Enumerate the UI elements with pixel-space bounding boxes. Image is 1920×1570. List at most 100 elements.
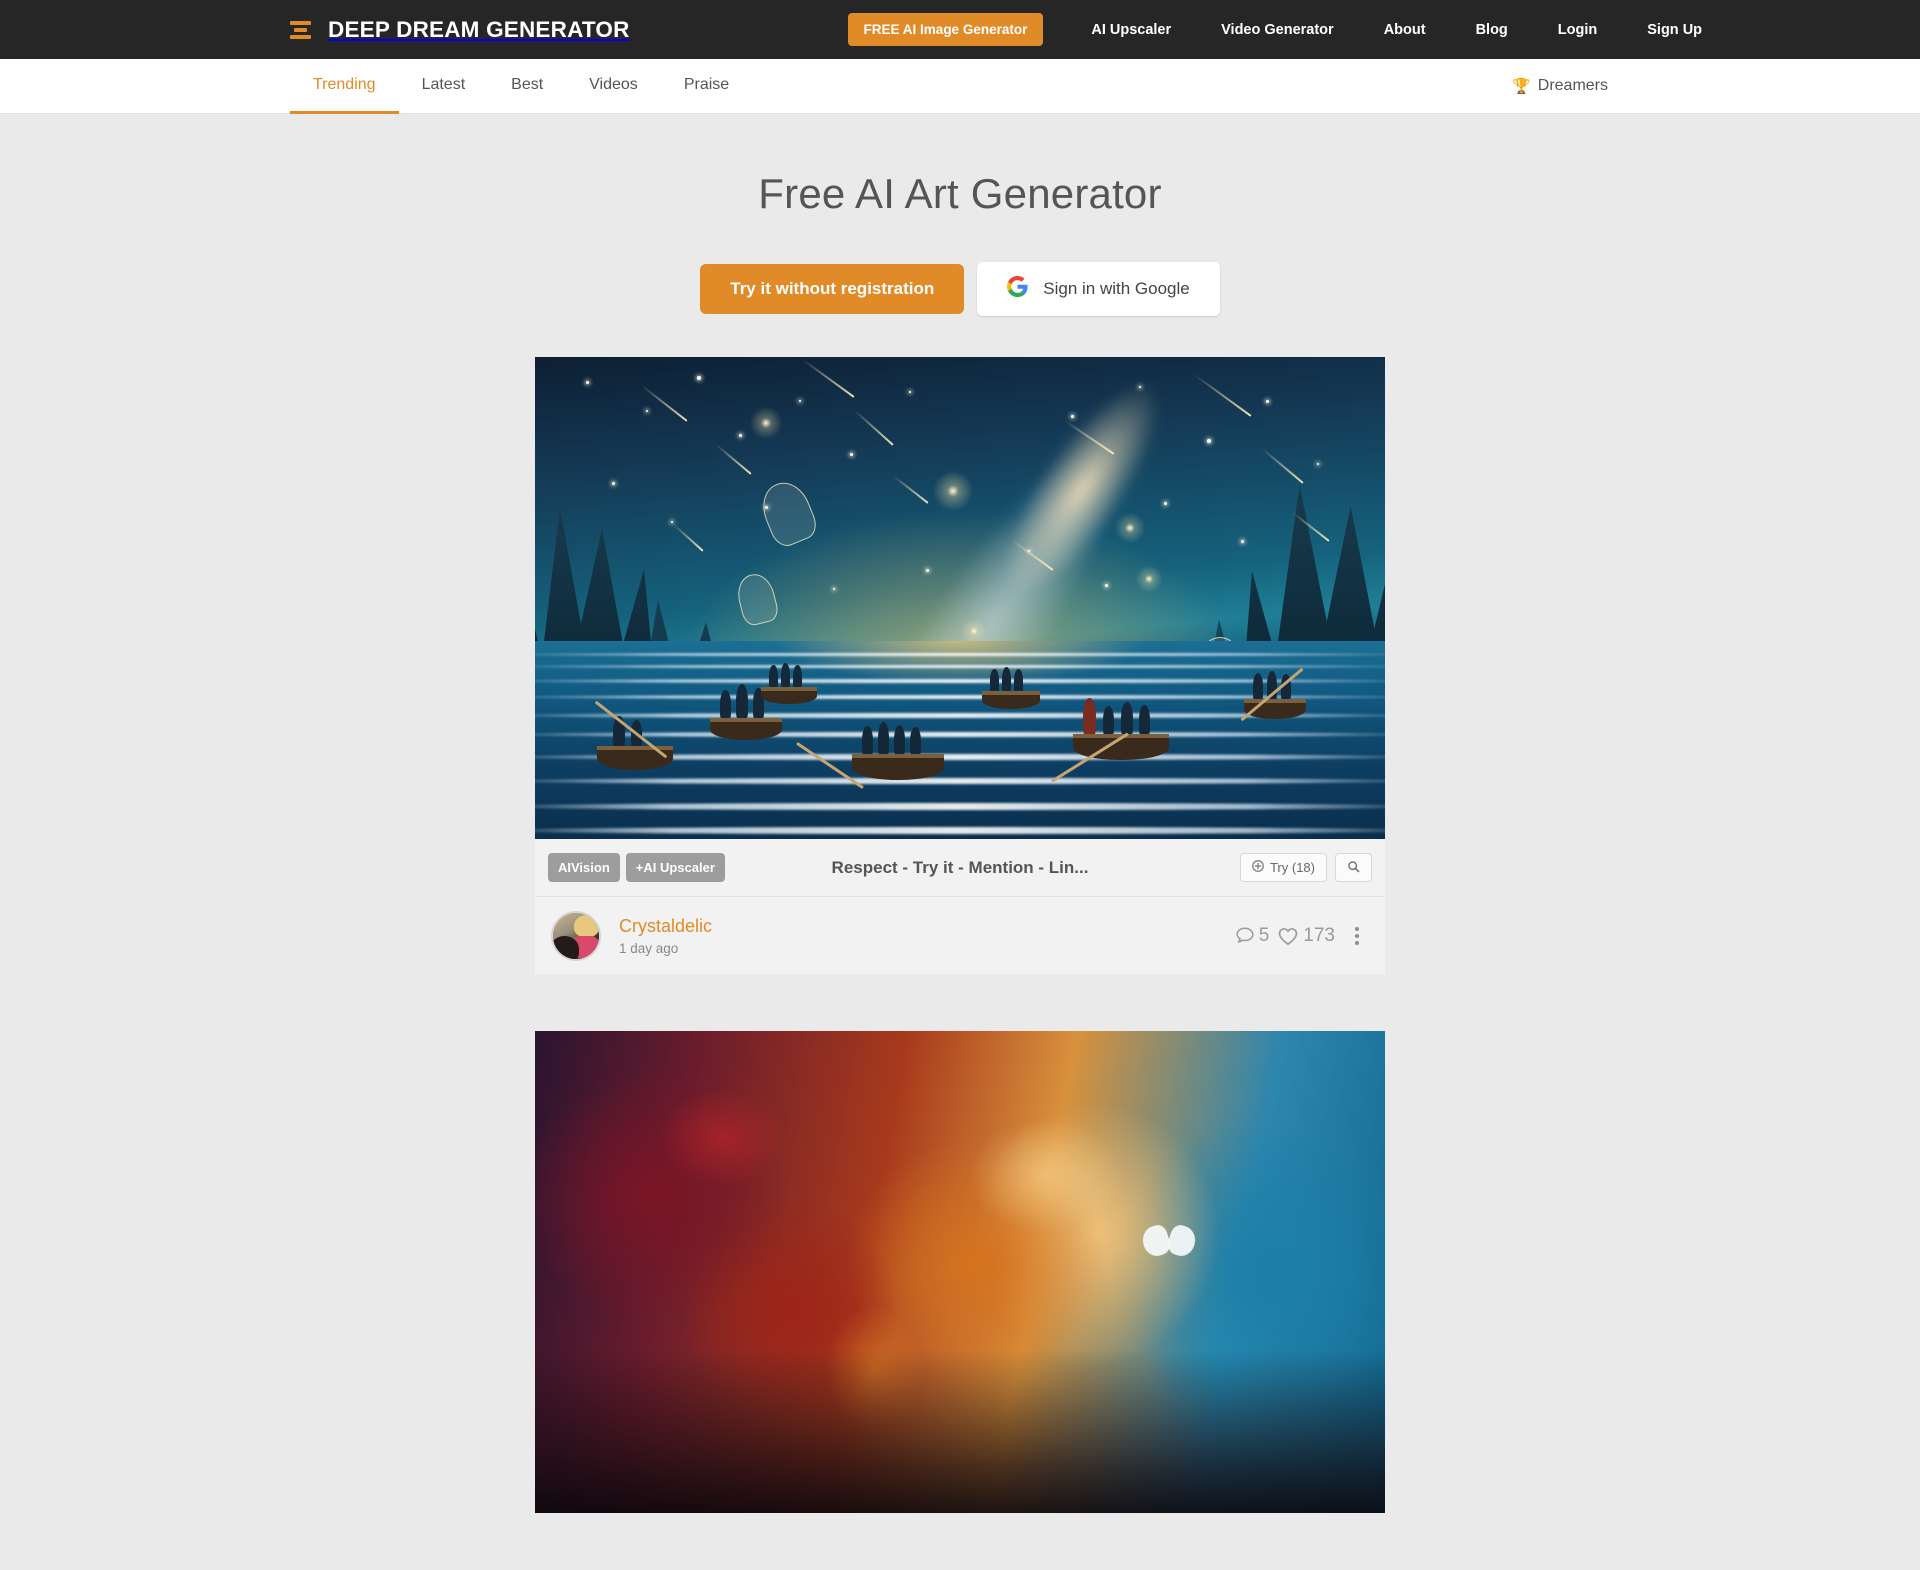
tag-aivision[interactable]: AIVision — [548, 853, 620, 882]
figure — [1139, 705, 1150, 737]
dreamers-link[interactable]: 🏆 Dreamers — [1512, 59, 1608, 113]
star — [696, 376, 701, 381]
page-title: Free AI Art Generator — [758, 170, 1162, 217]
star — [1240, 540, 1244, 544]
wave — [535, 827, 1385, 835]
tab-latest[interactable]: Latest — [399, 59, 489, 114]
avatar[interactable] — [551, 910, 601, 961]
star — [1206, 438, 1211, 443]
plus-circle-icon — [1252, 860, 1264, 875]
figure — [894, 725, 905, 757]
star — [1104, 583, 1108, 587]
hero-section: Free AI Art Generator Try it without reg… — [0, 114, 1920, 316]
star — [611, 482, 615, 486]
nav-about[interactable]: About — [1359, 22, 1451, 38]
try-button[interactable]: Try (18) — [1239, 853, 1327, 882]
figure — [1121, 702, 1133, 737]
card-search-button[interactable] — [1335, 853, 1372, 882]
image-feed: AIVision +AI Upscaler Respect - Try it -… — [535, 357, 1385, 1513]
dreamers-label: Dreamers — [1537, 77, 1608, 94]
figure — [780, 662, 790, 689]
google-button-label: Sign in with Google — [1043, 279, 1190, 298]
boat — [597, 746, 673, 771]
author-text: Crystaldelic 1 day ago — [619, 915, 712, 956]
star — [1164, 501, 1167, 505]
author-name-link[interactable]: Crystaldelic — [619, 915, 712, 938]
nav-ai-upscaler[interactable]: AI Upscaler — [1066, 22, 1196, 38]
boat — [709, 718, 782, 741]
try-without-registration-button[interactable]: Try it without registration — [700, 264, 965, 314]
wave — [535, 803, 1385, 811]
hero-actions: Try it without registration Sign in with… — [0, 262, 1920, 316]
figure — [1001, 666, 1011, 693]
wave — [535, 777, 1385, 784]
bright-star — [1113, 511, 1147, 546]
tab-videos[interactable]: Videos — [566, 59, 661, 114]
boat — [852, 754, 944, 781]
card-title[interactable]: Respect - Try it - Mention - Lin... — [832, 858, 1089, 878]
card-tags: AIVision +AI Upscaler — [548, 853, 725, 882]
tag-ai-upscaler[interactable]: +AI Upscaler — [625, 853, 725, 882]
figure — [1253, 672, 1263, 701]
nav-sign-up[interactable]: Sign Up — [1622, 22, 1727, 38]
kebab-menu-icon[interactable] — [1341, 923, 1369, 949]
like-count-value: 173 — [1303, 924, 1335, 946]
star — [1138, 385, 1141, 388]
feed-card — [535, 1031, 1385, 1513]
nav-video-generator[interactable]: Video Generator — [1196, 22, 1359, 38]
star — [909, 390, 911, 393]
figure — [719, 690, 731, 721]
comment-bubble-icon — [1233, 924, 1257, 948]
sign-in-with-google-button[interactable]: Sign in with Google — [977, 262, 1220, 316]
card-actions: Try (18) — [1239, 853, 1372, 882]
star — [671, 520, 673, 523]
card-meta-row: AIVision +AI Upscaler Respect - Try it -… — [535, 839, 1385, 896]
card-author-row: Crystaldelic 1 day ago 5 173 — [535, 896, 1385, 974]
artwork-starry-seascape[interactable] — [535, 357, 1385, 839]
tab-trending[interactable]: Trending — [290, 59, 399, 114]
nav-login[interactable]: Login — [1533, 22, 1622, 38]
dark-foreground — [535, 1349, 1385, 1513]
bright-star — [1134, 564, 1165, 595]
wave — [535, 665, 1385, 669]
figure — [1013, 668, 1023, 693]
figure — [768, 664, 778, 689]
trophy-icon: 🏆 — [1512, 77, 1531, 95]
star — [1317, 463, 1319, 466]
nav-free-ai-image-generator[interactable]: FREE AI Image Generator — [847, 13, 1044, 46]
feed-card: AIVision +AI Upscaler Respect - Try it -… — [535, 357, 1385, 974]
secondary-navigation-bar: Trending Latest Best Videos Praise 🏆 Dre… — [0, 59, 1920, 114]
stacked-bars-logo-icon — [290, 18, 311, 42]
try-button-label: Try (18) — [1269, 860, 1315, 875]
comment-count-value: 5 — [1258, 924, 1270, 946]
tab-praise[interactable]: Praise — [661, 59, 752, 114]
boat — [760, 686, 817, 704]
magnifier-icon — [1347, 860, 1360, 876]
artwork-abstract-butterfly[interactable] — [535, 1031, 1385, 1513]
bright-star — [747, 405, 784, 442]
post-timestamp: 1 day ago — [619, 940, 679, 956]
star — [645, 410, 648, 413]
figure — [1103, 706, 1114, 737]
brand-name: DEEP DREAM GENERATOR — [328, 16, 630, 42]
figure — [862, 726, 873, 757]
brand-logo-link[interactable]: DEEP DREAM GENERATOR — [290, 17, 630, 43]
comment-count[interactable]: 5 — [1233, 924, 1270, 948]
tab-best[interactable]: Best — [488, 59, 566, 114]
primary-nav: FREE AI Image Generator AI Upscaler Vide… — [847, 13, 1727, 46]
feed-tabs: Trending Latest Best Videos Praise — [290, 59, 752, 114]
figure — [792, 664, 802, 689]
top-navigation-bar: DEEP DREAM GENERATOR FREE AI Image Gener… — [0, 0, 1920, 59]
ocean — [535, 641, 1385, 839]
heart-icon — [1275, 923, 1301, 949]
google-g-icon — [1007, 276, 1028, 302]
nav-blog[interactable]: Blog — [1451, 22, 1533, 38]
boat — [981, 690, 1040, 709]
wave — [535, 653, 1385, 657]
star — [1070, 414, 1074, 418]
like-count[interactable]: 173 — [1275, 923, 1335, 949]
figure — [910, 727, 921, 757]
butterfly — [1138, 1222, 1199, 1260]
card-stats: 5 173 — [1233, 923, 1369, 949]
author-info: Crystaldelic 1 day ago — [551, 910, 712, 961]
